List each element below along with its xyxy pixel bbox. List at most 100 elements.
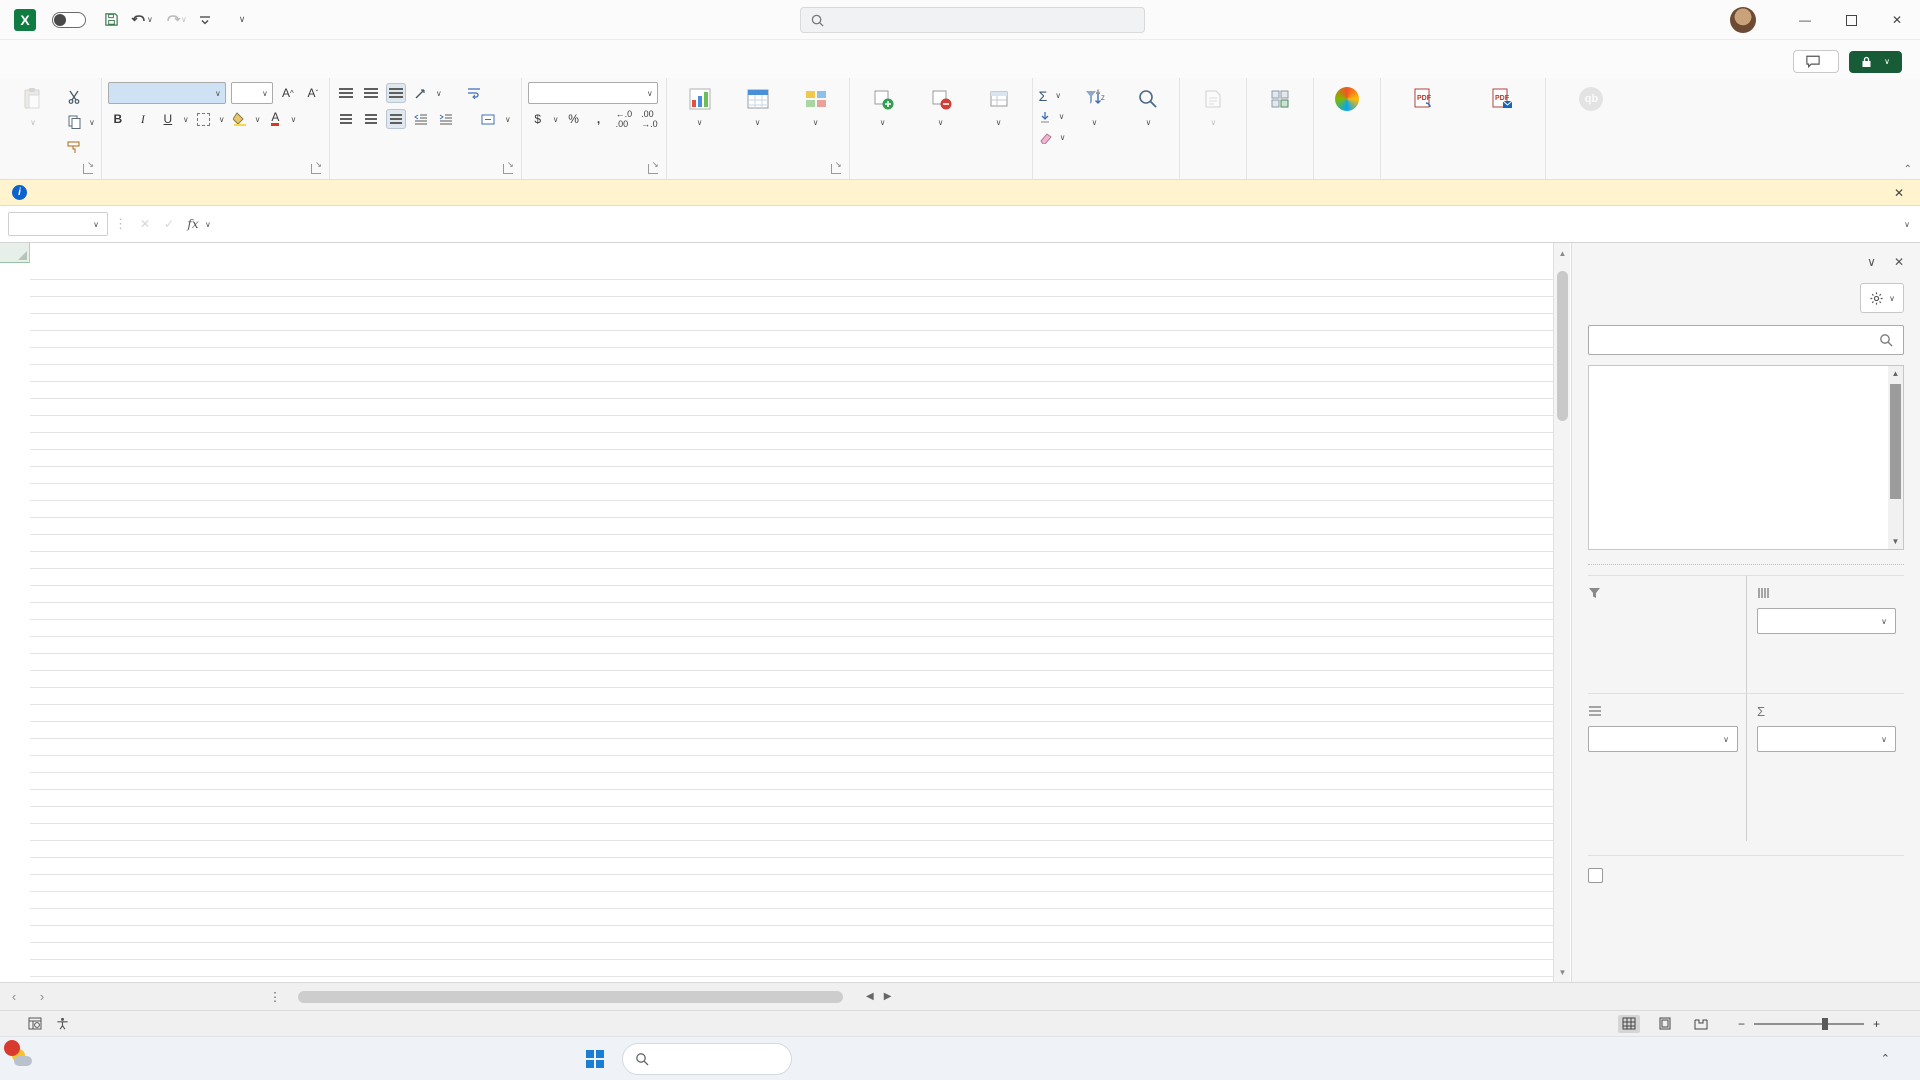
addins-button[interactable] — [1253, 82, 1307, 115]
scroll-down-icon[interactable]: ▼ — [1554, 964, 1571, 980]
zoom-out-icon[interactable]: − — [1738, 1017, 1745, 1031]
format-as-table-button[interactable]: ∨ — [731, 82, 785, 127]
align-top-icon[interactable] — [336, 83, 356, 103]
next-sheet-icon[interactable]: › — [28, 983, 56, 1010]
merge-center-button[interactable]: ∨ — [477, 108, 515, 130]
format-painter-icon[interactable] — [64, 137, 84, 157]
styles-launcher-icon[interactable] — [830, 160, 842, 174]
alignment-launcher-icon[interactable] — [502, 160, 514, 174]
defer-layout-checkbox[interactable] — [1588, 868, 1603, 883]
update-button[interactable] — [1876, 871, 1904, 881]
font-size-combo[interactable]: ∨ — [230, 82, 273, 104]
align-left-icon[interactable] — [336, 109, 356, 129]
grid-canvas[interactable] — [30, 263, 1553, 977]
expand-formula-bar-icon[interactable]: ∨ — [1904, 220, 1910, 229]
copilot-button[interactable] — [1320, 82, 1374, 115]
columns-area[interactable]: ∨ — [1746, 575, 1904, 693]
normal-view-icon[interactable] — [1617, 1014, 1640, 1033]
values-area[interactable]: Σ ∨ — [1746, 693, 1904, 841]
undo-icon[interactable]: ∨ — [127, 10, 157, 30]
rows-field-chip[interactable]: ∨ — [1588, 726, 1738, 752]
grow-font-icon[interactable]: A ^ — [278, 83, 298, 103]
number-format-combo[interactable]: ∨ — [527, 82, 658, 104]
font-name-combo[interactable]: ∨ — [107, 82, 226, 104]
customize-qat-icon[interactable] — [195, 11, 215, 29]
horizontal-scroll-thumb[interactable] — [298, 991, 843, 1003]
conditional-formatting-button[interactable]: ∨ — [673, 82, 727, 127]
decrease-indent-icon[interactable] — [411, 109, 431, 129]
accessibility-status[interactable] — [56, 1017, 75, 1030]
excel-logo-icon[interactable]: X — [14, 8, 36, 31]
cell-styles-button[interactable]: ∨ — [789, 82, 843, 127]
insert-cells-button[interactable]: ∨ — [856, 82, 910, 127]
underline-button[interactable]: U — [158, 109, 178, 129]
clear-button[interactable]: ∨ — [1039, 128, 1065, 147]
create-pdf-share-link-button[interactable]: PDF — [1387, 82, 1461, 115]
fill-color-icon[interactable] — [230, 109, 250, 129]
scroll-up-icon[interactable]: ▲ — [1554, 245, 1571, 261]
increase-decimal-icon[interactable]: ←.0.00 — [614, 109, 635, 129]
zoom-in-icon[interactable]: + — [1873, 1017, 1880, 1031]
name-box[interactable]: ∨ — [8, 212, 108, 236]
warning-close-icon[interactable]: ✕ — [1878, 186, 1920, 200]
sensitivity-button[interactable]: ∨ — [1186, 82, 1240, 127]
delete-cells-button[interactable]: ∨ — [914, 82, 968, 127]
search-input[interactable] — [800, 7, 1145, 33]
borders-icon[interactable] — [194, 109, 214, 129]
clipboard-launcher-icon[interactable] — [82, 160, 94, 174]
spreadsheet-grid[interactable] — [0, 243, 1553, 982]
weather-widget[interactable] — [4, 1039, 41, 1071]
copy-icon[interactable] — [64, 112, 84, 132]
insert-function-icon[interactable]: fx — [181, 217, 205, 231]
field-list-scroll-thumb[interactable] — [1890, 384, 1901, 499]
find-select-button[interactable]: ∨ — [1123, 82, 1173, 127]
autosave-toggle[interactable] — [52, 11, 86, 28]
formula-input[interactable] — [215, 212, 1904, 236]
field-list[interactable]: ▲ ▼ — [1588, 365, 1904, 550]
wrap-text-button[interactable] — [463, 82, 490, 104]
vertical-scrollbar[interactable]: ▲ ▼ — [1553, 243, 1570, 982]
maximize-button[interactable] — [1828, 0, 1874, 40]
create-pdf-share-outlook-button[interactable]: PDF — [1465, 82, 1539, 115]
hidden-icons-chevron-icon[interactable]: ⌃ — [1881, 1052, 1890, 1065]
comments-button[interactable] — [1793, 50, 1840, 73]
panel-options-chevron-icon[interactable]: ∨ — [1867, 255, 1876, 269]
increase-indent-icon[interactable] — [436, 109, 456, 129]
fields-search-input[interactable] — [1588, 325, 1904, 355]
save-icon[interactable] — [100, 9, 123, 30]
autosave-control[interactable] — [46, 11, 86, 28]
prev-sheet-icon[interactable]: ‹ — [0, 983, 28, 1010]
shrink-font-icon[interactable]: Aˇ — [303, 83, 323, 103]
align-middle-icon[interactable] — [361, 83, 381, 103]
close-button[interactable]: ✕ — [1874, 0, 1920, 40]
number-launcher-icon[interactable] — [647, 160, 659, 174]
format-cells-button[interactable]: ∨ — [972, 82, 1026, 127]
sort-filter-button[interactable]: AZ ∨ — [1069, 82, 1119, 127]
scroll-down-icon[interactable]: ▼ — [1888, 534, 1903, 549]
font-launcher-icon[interactable] — [310, 160, 322, 174]
share-button[interactable]: ∨ — [1849, 50, 1902, 73]
font-color-icon[interactable]: A — [265, 109, 285, 129]
cancel-entry-icon[interactable]: ✕ — [133, 217, 157, 231]
enter-entry-icon[interactable]: ✓ — [157, 217, 181, 231]
field-list-scrollbar[interactable]: ▲ ▼ — [1888, 366, 1903, 549]
orientation-icon[interactable] — [411, 83, 431, 103]
panel-close-icon[interactable]: ✕ — [1894, 255, 1904, 269]
filters-area[interactable] — [1588, 575, 1746, 693]
select-all-corner[interactable] — [0, 243, 30, 263]
taskbar-search-input[interactable] — [622, 1043, 792, 1075]
align-right-icon[interactable] — [385, 109, 406, 129]
cut-icon[interactable] — [64, 87, 84, 107]
align-center-icon[interactable] — [361, 109, 381, 129]
paste-button[interactable]: ∨ — [6, 82, 60, 127]
tools-button[interactable]: ∨ — [1860, 283, 1904, 313]
new-sheet-button[interactable] — [56, 983, 90, 1010]
values-field-chip[interactable]: ∨ — [1757, 726, 1896, 752]
spreadsheet-sync-button[interactable]: qb — [1552, 82, 1630, 115]
zoom-slider-thumb[interactable] — [1822, 1017, 1829, 1030]
user-avatar[interactable] — [1730, 7, 1756, 33]
align-bottom-icon[interactable] — [385, 83, 406, 103]
redo-icon[interactable]: ∨ — [161, 10, 191, 30]
namebox-menu-icon[interactable]: ⋮ — [114, 216, 127, 232]
percent-style-icon[interactable]: % — [564, 109, 584, 129]
